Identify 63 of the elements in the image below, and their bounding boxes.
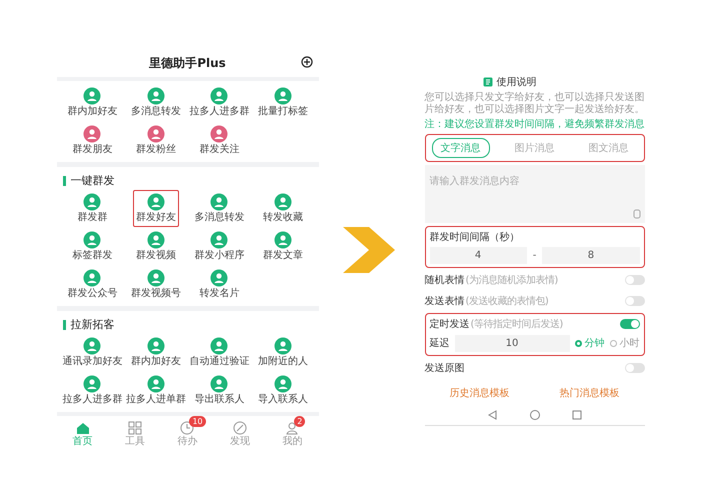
feature-tile[interactable]: 自动通过验证 <box>188 334 250 371</box>
feature-tile[interactable]: 转发收藏 <box>262 190 304 227</box>
feature-tile[interactable]: 群发群 <box>76 190 108 227</box>
feature-tile[interactable]: 拉多人进单群 <box>124 372 187 409</box>
grid-icon <box>127 420 144 436</box>
nav-tab[interactable]: 10 待办 <box>164 416 210 448</box>
field-label: 延迟 <box>430 337 450 350</box>
feature-tile[interactable]: 多消息转发 <box>130 84 182 121</box>
toggle-switch[interactable] <box>624 296 644 306</box>
number-field[interactable]: 10 <box>454 334 570 352</box>
option-hint: (为消息随机添加表情) <box>466 274 558 286</box>
feature-tile[interactable]: 转发名片 <box>198 266 240 303</box>
compass-icon <box>232 420 248 436</box>
back-icon[interactable] <box>486 408 498 420</box>
feature-tile[interactable]: 导出联系人 <box>193 372 246 409</box>
feature-tile[interactable]: 群发粉丝 <box>134 122 177 159</box>
count-badge: 2 <box>294 416 306 427</box>
feature-tile[interactable]: 多消息转发 <box>193 190 246 227</box>
number-field[interactable]: 4 <box>430 246 527 264</box>
feature-tile[interactable]: 拉多人进多群 <box>188 84 250 121</box>
field-label: 群发时间间隔（秒） <box>430 230 520 244</box>
home-icon[interactable] <box>528 408 540 420</box>
feature-tile[interactable]: 群发视频 <box>134 228 177 265</box>
feature-tile[interactable]: 群发小程序 <box>193 228 246 265</box>
chevron-arrow-icon <box>340 225 396 275</box>
toggle-switch[interactable] <box>620 318 640 328</box>
feature-tile[interactable]: 拉多人进多群 <box>61 372 124 409</box>
nav-tab[interactable]: 2 我的 <box>269 416 316 448</box>
app-title: 里德助手Plus <box>149 55 226 72</box>
description-text: 您可以选择只发文字给好友，也可以选择只发送图片给好友，也可以选择图片文字一起发送给好友。 <box>424 92 644 116</box>
feature-tile[interactable]: 群发好友 <box>132 190 179 227</box>
feature-tile[interactable]: 群发视频号 <box>130 266 182 303</box>
toggle-switch[interactable] <box>624 274 644 284</box>
clip-icon <box>632 208 640 218</box>
range-separator: - <box>532 250 536 260</box>
feature-tile[interactable]: 群内加好友 <box>130 334 182 371</box>
toggle-switch[interactable] <box>624 362 644 372</box>
feature-tile[interactable]: 群内加好友 <box>66 84 118 121</box>
feature-tile[interactable]: 批量打标签 <box>256 84 309 121</box>
section-heading: 一键群发 <box>70 173 114 188</box>
option-label: 发送表情 <box>424 294 464 308</box>
note-text: 注：建议您设置群发时间间隔，避免频繁群发消息 <box>424 118 644 130</box>
feature-tile[interactable]: 群发公众号 <box>66 266 118 303</box>
feature-tile[interactable]: 加附近的人 <box>256 334 309 371</box>
feature-tile[interactable]: 通讯录加好友 <box>61 334 124 371</box>
option-hint: (发送收藏的表情包) <box>466 294 548 308</box>
option-label: 随机表情 <box>424 274 464 286</box>
home-icon <box>74 420 91 436</box>
count-badge: 10 <box>189 416 206 427</box>
option-label: 定时发送 <box>430 318 470 330</box>
square-icon[interactable] <box>570 408 582 420</box>
option-label: 发送原图 <box>424 362 464 374</box>
feature-tile[interactable]: 群发朋友 <box>71 122 114 159</box>
number-field[interactable]: 8 <box>542 246 640 264</box>
add-icon[interactable] <box>300 56 312 68</box>
feature-tile[interactable]: 标签群发 <box>71 228 114 265</box>
option-hint: (等待指定时间后发送) <box>470 318 563 330</box>
feature-tile[interactable]: 群发文章 <box>262 228 304 265</box>
person-icon <box>284 420 300 436</box>
section-heading: 拉新拓客 <box>70 317 114 332</box>
feature-tile[interactable]: 导入联系人 <box>256 372 309 409</box>
help-title: 使用说明 <box>496 76 536 88</box>
feature-tile[interactable]: 群发关注 <box>198 122 240 159</box>
